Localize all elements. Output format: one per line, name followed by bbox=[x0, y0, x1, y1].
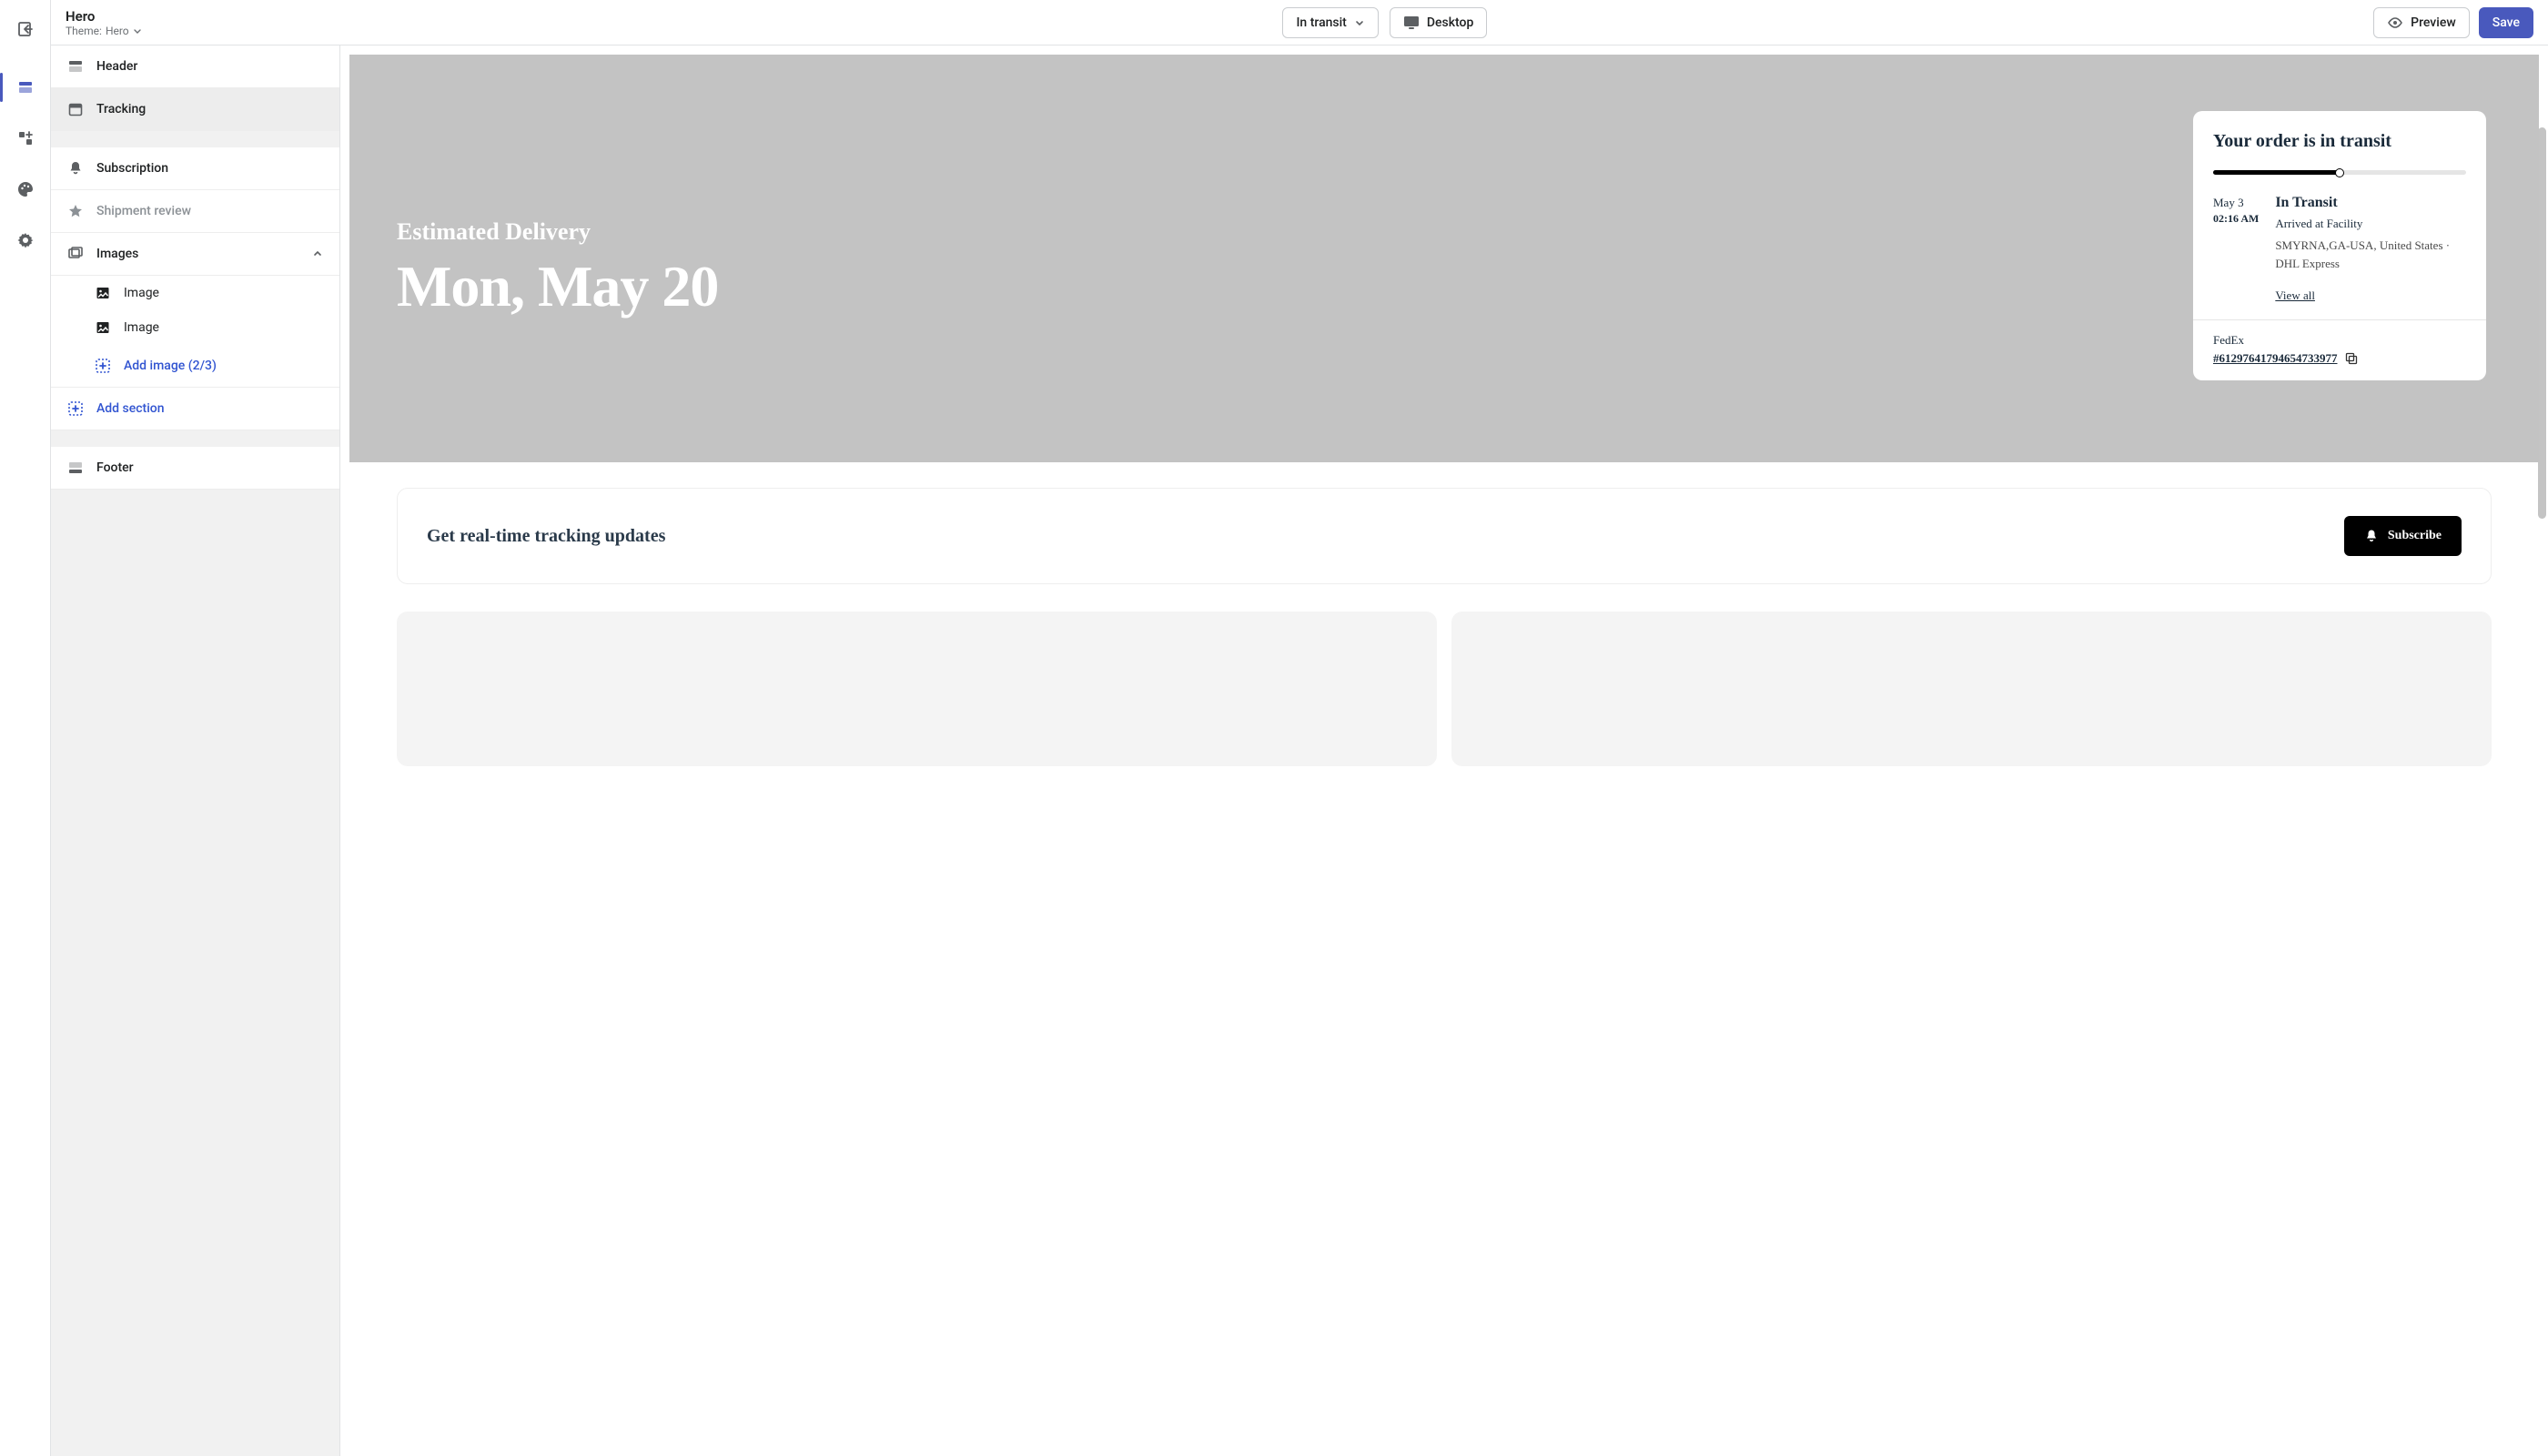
rail-settings[interactable] bbox=[7, 222, 44, 258]
image-icon bbox=[95, 285, 111, 301]
sections-sidebar: Header Tracking Subscription Shipmen bbox=[51, 46, 340, 1456]
eye-icon bbox=[2387, 15, 2403, 31]
bell-icon bbox=[2364, 529, 2379, 543]
image-placeholder[interactable] bbox=[1451, 612, 2492, 766]
status-dropdown[interactable]: In transit bbox=[1282, 7, 1378, 38]
image-item-2[interactable]: Image bbox=[51, 310, 339, 345]
add-image-button[interactable]: Add image (2/3) bbox=[51, 345, 339, 388]
rail-theme[interactable] bbox=[7, 171, 44, 207]
rail-blocks[interactable] bbox=[7, 120, 44, 157]
section-footer[interactable]: Footer bbox=[51, 447, 339, 490]
add-dashed-icon bbox=[95, 358, 111, 374]
footer-icon bbox=[67, 460, 84, 476]
gear-icon bbox=[16, 231, 35, 249]
images-icon bbox=[67, 246, 84, 262]
palette-icon bbox=[16, 180, 35, 198]
main-column: Hero Theme: Hero In transit Desktop bbox=[51, 0, 2548, 1456]
section-header[interactable]: Header bbox=[51, 46, 339, 88]
status-line: Arrived at Facility bbox=[2275, 217, 2466, 231]
hero-block: Estimated Delivery Mon, May 20 Your orde… bbox=[349, 55, 2539, 462]
page-title: Hero bbox=[66, 8, 142, 25]
add-dashed-icon bbox=[67, 400, 84, 417]
copy-icon[interactable] bbox=[2345, 352, 2358, 365]
exit-icon bbox=[16, 20, 35, 38]
calendar-icon bbox=[67, 101, 84, 117]
order-status-card: Your order is in transit May 3 02:16 AM … bbox=[2193, 111, 2486, 380]
image-placeholder[interactable] bbox=[397, 612, 1437, 766]
icon-rail bbox=[0, 0, 51, 1456]
caret-down-icon bbox=[133, 26, 142, 35]
header-icon bbox=[67, 58, 84, 75]
preview-button[interactable]: Preview bbox=[2373, 7, 2470, 38]
preview-canvas[interactable]: Estimated Delivery Mon, May 20 Your orde… bbox=[340, 46, 2548, 1456]
save-button[interactable]: Save bbox=[2479, 7, 2533, 38]
section-shipment-review[interactable]: Shipment review bbox=[51, 190, 339, 233]
section-subscription[interactable]: Subscription bbox=[51, 147, 339, 190]
subscribe-title: Get real-time tracking updates bbox=[427, 526, 665, 547]
bell-icon bbox=[67, 160, 84, 177]
add-section-button[interactable]: Add section bbox=[51, 388, 339, 430]
tracking-number-link[interactable]: #61297641794654733977 bbox=[2213, 351, 2338, 366]
delivery-date: Mon, May 20 bbox=[397, 253, 718, 320]
exit-button[interactable] bbox=[7, 11, 44, 47]
image-icon bbox=[95, 319, 111, 336]
delivery-label: Estimated Delivery bbox=[397, 218, 718, 246]
subscribe-card: Get real-time tracking updates Subscribe bbox=[397, 488, 2492, 584]
sections-icon bbox=[16, 78, 35, 96]
caret-down-icon bbox=[1354, 17, 1365, 28]
chevron-up-icon bbox=[312, 248, 323, 259]
device-toggle[interactable]: Desktop bbox=[1390, 7, 1487, 38]
blocks-icon bbox=[16, 129, 35, 147]
section-images[interactable]: Images bbox=[51, 233, 339, 276]
image-item-1[interactable]: Image bbox=[51, 276, 339, 310]
preview-scrollbar[interactable] bbox=[2538, 127, 2546, 519]
status-timestamp: May 3 02:16 AM bbox=[2213, 195, 2259, 303]
star-icon bbox=[67, 203, 84, 219]
order-title: Your order is in transit bbox=[2213, 131, 2466, 152]
image-placeholders bbox=[397, 612, 2492, 766]
desktop-icon bbox=[1403, 15, 1420, 30]
section-tracking[interactable]: Tracking bbox=[51, 88, 339, 131]
status-location: SMYRNA,GA-USA, United States · DHL Expre… bbox=[2275, 237, 2466, 272]
topbar: Hero Theme: Hero In transit Desktop bbox=[51, 0, 2548, 46]
progress-bar bbox=[2213, 170, 2466, 175]
status-name: In Transit bbox=[2275, 195, 2466, 211]
subscribe-button[interactable]: Subscribe bbox=[2344, 516, 2462, 556]
theme-selector[interactable]: Theme: Hero bbox=[66, 25, 142, 37]
view-all-link[interactable]: View all bbox=[2275, 288, 2315, 303]
carrier-name: FedEx bbox=[2213, 333, 2466, 348]
rail-sections[interactable] bbox=[7, 69, 44, 106]
